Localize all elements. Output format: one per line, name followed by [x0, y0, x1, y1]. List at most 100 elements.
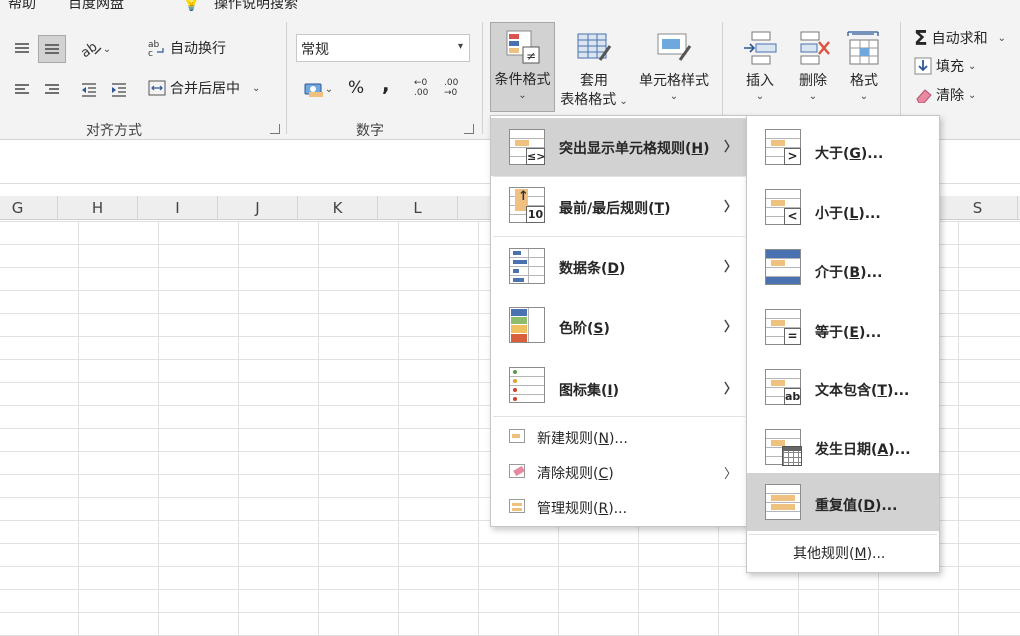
column-header-j[interactable]: J — [218, 196, 298, 220]
menu-item-top-bottom-rules[interactable]: ↑ 10 最前/最后规则(T) 〉 — [491, 178, 747, 236]
submenu-item-equal-to[interactable]: = 等于(E)... — [747, 298, 939, 356]
clear-rules-label: 清除规则(C) — [537, 466, 614, 482]
format-cells-label: 格式 — [850, 73, 878, 89]
conditional-formatting-label: 条件格式 — [494, 72, 551, 88]
equal-to-label: 等于(E)... — [815, 325, 882, 341]
orientation-icon[interactable]: ab ⌄ — [76, 36, 116, 62]
increase-decimal-bottom: .00 — [414, 88, 429, 98]
column-header-g[interactable]: G — [0, 196, 58, 220]
tab-help[interactable]: 帮助 — [8, 0, 36, 13]
number-format-select[interactable]: 常规 ▾ — [296, 34, 470, 62]
conditional-formatting-menu: ≤> 突出显示单元格规则(H) 〉 ↑ 10 最前/最后规则(T) 〉 数据条(… — [490, 115, 748, 527]
column-header-l[interactable]: L — [378, 196, 458, 220]
insert-cells-button[interactable]: 插入 ⌄ — [734, 24, 786, 114]
accounting-format-button[interactable]: ⌄ — [296, 76, 340, 102]
tell-me-search[interactable]: 操作说明搜索 — [214, 0, 298, 13]
increase-decimal-button[interactable]: ←0 .00 — [414, 78, 436, 102]
less-than-label: 小于(L)... — [815, 206, 881, 222]
align-left-icon[interactable] — [8, 78, 36, 102]
date-occurring-label: 发生日期(A)... — [815, 442, 911, 458]
submenu-item-less-than[interactable]: < 小于(L)... — [747, 178, 939, 236]
lightbulb-icon: 💡 — [182, 0, 201, 12]
menu-item-new-rule[interactable]: 新建规则(N)... — [491, 420, 747, 454]
submenu-item-between[interactable]: 介于(B)... — [747, 238, 939, 296]
cell-styles-label: 单元格样式 — [639, 73, 709, 89]
new-rule-label: 新建规则(N)... — [537, 431, 628, 447]
merge-center-label: 合并后居中 — [170, 81, 240, 97]
align-middle-icon[interactable] — [38, 35, 66, 63]
increase-decimal-top: ←0 — [414, 78, 428, 88]
conditional-formatting-button[interactable]: ≠ 条件格式 ⌄ — [490, 22, 555, 112]
decrease-decimal-top: .00 — [444, 78, 459, 88]
delete-cells-button[interactable]: 删除 ⌄ — [788, 24, 838, 114]
menu-item-clear-rules[interactable]: 清除规则(C) 〉 — [491, 455, 747, 489]
chevron-down-icon: ⌄ — [997, 32, 1007, 44]
column-header-s[interactable]: S — [938, 196, 1018, 220]
format-as-table-button[interactable]: 套用 表格格式 ⌄ — [556, 24, 632, 114]
fill-button[interactable]: 填充 ⌄ — [914, 56, 976, 76]
manage-rules-icon — [509, 499, 525, 513]
chevron-right-icon: 〉 — [723, 200, 737, 215]
menu-item-highlight-cells-rules[interactable]: ≤> 突出显示单元格规则(H) 〉 — [491, 118, 747, 176]
menu-separator — [493, 416, 745, 417]
align-top-icon[interactable] — [8, 36, 36, 62]
menu-separator — [493, 176, 745, 177]
number-format-value: 常规 — [301, 42, 329, 58]
decrease-decimal-button[interactable]: .00 →0 — [444, 78, 466, 102]
dialog-launcher-icon[interactable] — [464, 124, 474, 134]
tab-baidu-netdisk[interactable]: 百度网盘 — [68, 0, 124, 13]
submenu-item-more-rules[interactable]: 其他规则(M)... — [747, 538, 939, 568]
submenu-item-text-contains[interactable]: ab 文本包含(T)... — [747, 358, 939, 416]
manage-rules-label: 管理规则(R)... — [537, 501, 628, 517]
text-contains-icon: ab — [765, 369, 801, 405]
merge-center-icon — [148, 80, 166, 96]
chevron-down-icon[interactable]: ⌄ — [252, 83, 260, 94]
chevron-down-icon: ⌄ — [518, 90, 527, 101]
submenu-item-duplicate-values[interactable]: 重复值(D)... — [747, 473, 939, 531]
duplicate-values-label: 重复值(D)... — [815, 498, 898, 514]
between-label: 介于(B)... — [815, 265, 883, 281]
fill-down-icon — [914, 57, 932, 75]
cell-styles-icon — [656, 30, 692, 66]
svg-text:ab: ab — [81, 40, 100, 58]
submenu-item-date-occurring[interactable]: 发生日期(A)... — [747, 418, 939, 476]
fill-label: 填充 — [936, 59, 964, 75]
menu-item-color-scales[interactable]: 色阶(S) 〉 — [491, 298, 747, 356]
chevron-down-icon: ⌄ — [859, 91, 869, 102]
submenu-item-greater-than[interactable]: > 大于(G)... — [747, 118, 939, 176]
menu-item-data-bars[interactable]: 数据条(D) 〉 — [491, 238, 747, 296]
chevron-down-icon: ⌄ — [968, 60, 977, 72]
between-icon — [765, 249, 801, 285]
column-header-i[interactable]: I — [138, 196, 218, 220]
format-cells-icon — [846, 30, 882, 66]
top-bottom-rules-label: 最前/最后规则(T) — [559, 201, 671, 217]
format-cells-button[interactable]: 格式 ⌄ — [840, 24, 888, 114]
align-right-icon[interactable] — [38, 78, 66, 102]
menu-item-manage-rules[interactable]: 管理规则(R)... — [491, 490, 747, 524]
autosum-button[interactable]: Σ 自动求和 ⌄ — [914, 26, 1006, 50]
column-header-k[interactable]: K — [298, 196, 378, 220]
insert-cells-label: 插入 — [746, 73, 774, 89]
cell-styles-button[interactable]: 单元格样式 ⌄ — [634, 24, 714, 114]
group-separator — [482, 22, 483, 134]
text-contains-label: 文本包含(T)... — [815, 383, 910, 399]
merge-center-button[interactable]: 合并后居中 ⌄ — [148, 78, 260, 98]
dialog-launcher-icon[interactable] — [270, 124, 280, 134]
dropdown-arrow-icon[interactable]: ▾ — [458, 41, 463, 52]
calendar-icon — [782, 446, 802, 466]
increase-indent-icon[interactable] — [106, 78, 132, 102]
clear-button[interactable]: 清除 ⌄ — [914, 85, 976, 105]
chevron-down-icon: ⌄ — [968, 89, 977, 101]
clear-rules-icon — [509, 464, 525, 478]
greater-than-icon: > — [765, 129, 801, 165]
comma-style-button[interactable]: , — [382, 72, 390, 96]
wrap-text-button[interactable]: ab c 自动换行 — [148, 38, 226, 58]
column-header-h[interactable]: H — [58, 196, 138, 220]
delete-cells-label: 删除 — [799, 73, 827, 89]
eraser-icon — [916, 89, 932, 103]
menu-item-icon-sets[interactable]: 图标集(I) 〉 — [491, 356, 747, 414]
decrease-indent-icon[interactable] — [76, 78, 102, 102]
percent-style-button[interactable]: % — [348, 78, 364, 98]
new-rule-icon — [509, 429, 525, 443]
chevron-down-icon: ⌄ — [102, 43, 112, 55]
